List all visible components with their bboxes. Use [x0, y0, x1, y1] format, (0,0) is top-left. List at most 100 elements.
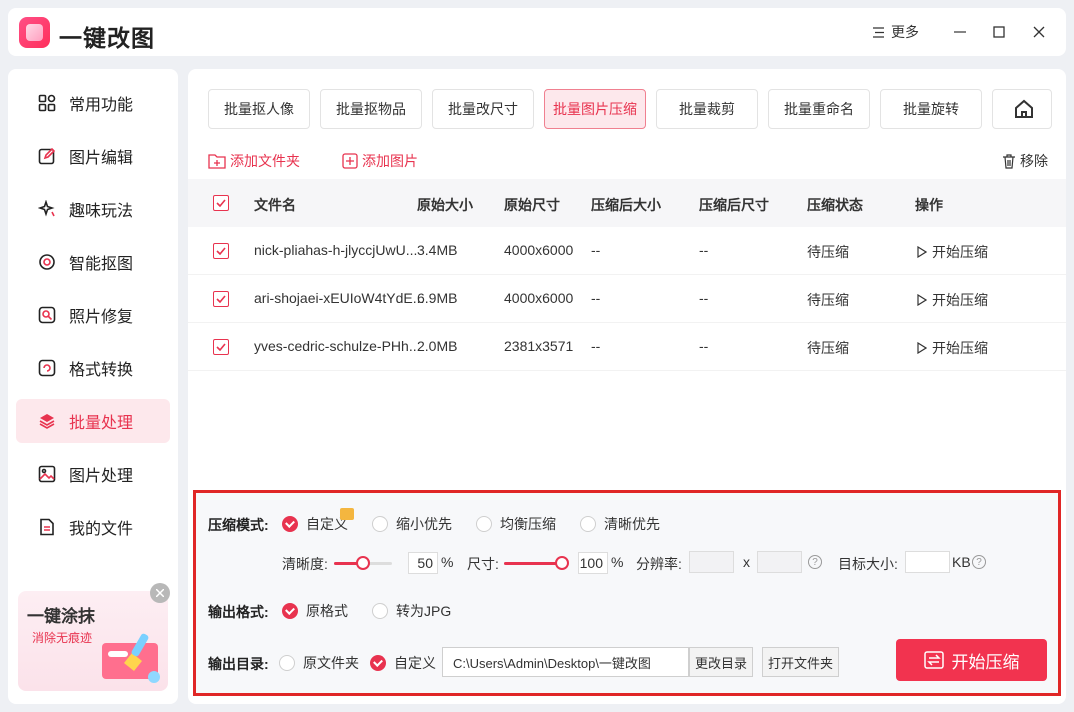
select-all-checkbox[interactable]: [213, 195, 229, 211]
resolution-width-input[interactable]: [689, 551, 734, 573]
header-original-size: 原始大小: [417, 197, 473, 213]
close-button[interactable]: [1027, 20, 1051, 44]
mode-clarity-label: 清晰优先: [604, 516, 660, 532]
header-operation: 操作: [915, 197, 943, 213]
tab-batch-rotate[interactable]: 批量旋转: [880, 89, 982, 129]
radio-dot: [476, 516, 492, 532]
sidebar-item-repair[interactable]: 照片修复: [16, 293, 170, 337]
sidebar-item-edit[interactable]: 图片编辑: [16, 134, 170, 178]
kb-label: KB: [952, 554, 971, 570]
start-compress-row-button[interactable]: 开始压缩: [917, 242, 988, 262]
sidebar-item-convert[interactable]: 格式转换: [16, 346, 170, 390]
remove-button[interactable]: 移除: [1002, 151, 1048, 171]
target-size-help-icon[interactable]: ?: [972, 555, 986, 569]
promo-title: 一键涂抹: [27, 607, 95, 626]
sidebar-item-image[interactable]: 图片处理: [16, 452, 170, 496]
add-folder-button[interactable]: 添加文件夹: [208, 151, 300, 171]
sidebar-item-files[interactable]: 我的文件: [16, 505, 170, 549]
sidebar-item-label: 智能抠图: [69, 256, 134, 273]
sidebar-item-label: 趣味玩法: [69, 203, 134, 220]
add-image-button[interactable]: 添加图片: [342, 151, 418, 171]
cell-dim: 4000x6000: [504, 242, 574, 258]
dir-label: 输出目录:: [208, 656, 269, 672]
image-icon: [38, 465, 56, 483]
sidebar-item-batch[interactable]: 批量处理: [16, 399, 170, 443]
sidebar-item-fun[interactable]: 趣味玩法: [16, 187, 170, 231]
tab-batch-crop[interactable]: 批量裁剪: [656, 89, 758, 129]
dir-original-label: 原文件夹: [303, 655, 359, 671]
change-dir-button[interactable]: 更改目录: [689, 647, 753, 677]
tab-batch-rename[interactable]: 批量重命名: [768, 89, 870, 129]
maximize-button[interactable]: [987, 20, 1011, 44]
minimize-button[interactable]: [948, 20, 972, 44]
size-slider-thumb[interactable]: [555, 556, 569, 570]
app-logo: [19, 17, 50, 48]
clarity-value-input[interactable]: 50: [408, 552, 438, 574]
header-original-dim: 原始尺寸: [504, 197, 560, 213]
layers-icon: [38, 412, 56, 430]
sidebar-item-label: 常用功能: [69, 97, 134, 114]
size-slider-fill: [504, 562, 562, 565]
sidebar-item-common[interactable]: 常用功能: [16, 81, 170, 125]
start-compress-label: 开始压缩: [951, 652, 1020, 672]
radio-dot: [580, 516, 596, 532]
format-original-radio[interactable]: 原格式: [282, 601, 348, 621]
op-label: 开始压缩: [932, 244, 988, 260]
tab-batch-portrait[interactable]: 批量抠人像: [208, 89, 310, 129]
eraser-illustration-icon: [102, 633, 160, 683]
row-checkbox[interactable]: [213, 291, 229, 307]
cell-new-dim: --: [699, 290, 709, 306]
row-checkbox[interactable]: [213, 243, 229, 259]
table-row[interactable]: nick-pliahas-h-jlyccjUwU... 3.4MB 4000x6…: [188, 227, 1066, 275]
play-icon: [917, 246, 927, 258]
tab-batch-object[interactable]: 批量抠物品: [320, 89, 422, 129]
mode-custom-radio[interactable]: 自定义: [282, 508, 354, 534]
promo-banner[interactable]: 一键涂抹 消除无痕迹: [18, 591, 168, 691]
dir-original-radio[interactable]: 原文件夹: [279, 653, 359, 673]
home-button[interactable]: [1010, 95, 1038, 123]
start-compress-row-button[interactable]: 开始压缩: [917, 290, 988, 310]
start-compress-button[interactable]: 开始压缩: [896, 639, 1047, 681]
repair-icon: [38, 306, 56, 324]
tab-batch-resize[interactable]: 批量改尺寸: [432, 89, 534, 129]
size-percent: %: [611, 554, 624, 570]
cell-dim: 2381x3571: [504, 338, 574, 354]
radio-dot: [282, 603, 298, 619]
sidebar-item-label: 我的文件: [69, 521, 134, 538]
clarity-label: 清晰度:: [282, 556, 328, 572]
format-original-label: 原格式: [306, 603, 348, 619]
open-folder-button[interactable]: 打开文件夹: [762, 647, 839, 677]
file-icon: [38, 518, 56, 536]
size-value-input[interactable]: 100: [578, 552, 608, 574]
promo-close-button[interactable]: [150, 583, 170, 603]
target-size-input[interactable]: [905, 551, 950, 573]
more-menu-button[interactable]: 更多: [872, 22, 919, 42]
check-icon: [216, 295, 226, 303]
table-row[interactable]: yves-cedric-schulze-PHh... 2.0MB 2381x35…: [188, 323, 1066, 371]
mode-small-radio[interactable]: 缩小优先: [372, 514, 452, 534]
sidebar-item-cutout[interactable]: 智能抠图: [16, 240, 170, 284]
header-compressed-size: 压缩后大小: [591, 197, 661, 213]
sidebar: 常用功能 图片编辑 趣味玩法 智能抠图 照片修复 格式转换 批量处理 图片处理 …: [8, 69, 178, 704]
add-image-label: 添加图片: [362, 153, 418, 169]
cell-new-dim: --: [699, 242, 709, 258]
cell-new-size: --: [591, 290, 601, 306]
dir-custom-radio[interactable]: 自定义: [370, 653, 436, 673]
table-row[interactable]: ari-shojaei-xEUIoW4tYdE... 6.9MB 4000x60…: [188, 275, 1066, 323]
clarity-percent: %: [441, 554, 454, 570]
resolution-height-input[interactable]: [757, 551, 802, 573]
output-path-input[interactable]: C:\Users\Admin\Desktop\一键改图: [442, 647, 689, 677]
trash-icon: [1003, 153, 1015, 169]
radio-dot: [372, 603, 388, 619]
start-compress-row-button[interactable]: 开始压缩: [917, 338, 988, 358]
resolution-help-icon[interactable]: ?: [808, 555, 822, 569]
mode-clarity-radio[interactable]: 清晰优先: [580, 514, 660, 534]
clarity-slider-thumb[interactable]: [356, 556, 370, 570]
format-jpg-radio[interactable]: 转为JPG: [372, 601, 451, 621]
row-checkbox[interactable]: [213, 339, 229, 355]
tab-batch-compress[interactable]: 批量图片压缩: [544, 89, 646, 129]
sidebar-item-label: 批量处理: [69, 415, 134, 432]
target-size-label: 目标大小:: [838, 556, 898, 572]
mode-balanced-radio[interactable]: 均衡压缩: [476, 514, 556, 534]
add-image-icon: [342, 153, 358, 169]
